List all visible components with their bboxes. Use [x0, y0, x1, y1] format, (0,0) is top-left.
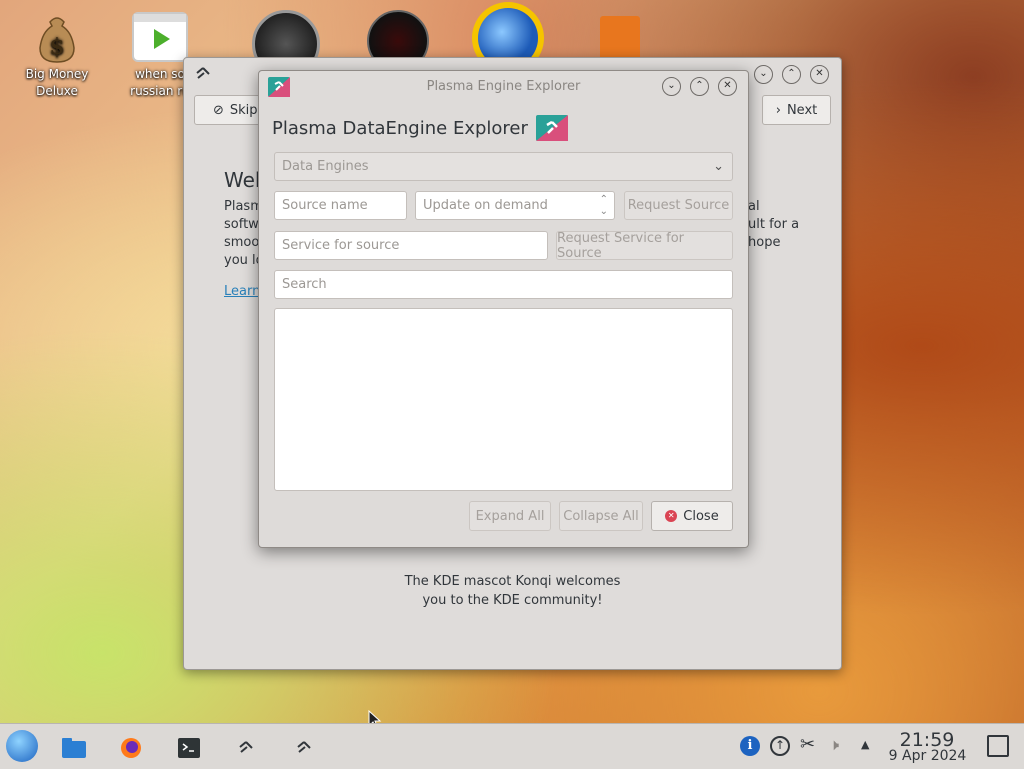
tray-expand-icon[interactable]: ▲ — [861, 738, 869, 751]
request-source-button[interactable]: Request Source — [624, 191, 733, 220]
data-engines-select[interactable]: Data Engines ⌄ — [274, 152, 733, 181]
chevron-down-icon: ⌄ — [713, 159, 724, 174]
engine-explorer-dialog: Plasma Engine Explorer ⌄ ⌃ ✕ Plasma Data… — [258, 70, 749, 548]
update-interval-spinbox[interactable]: Update on demand ⌃ ⌄ — [415, 191, 615, 220]
firefox-icon[interactable] — [117, 734, 145, 762]
video-player-icon — [132, 12, 188, 62]
money-bag-icon: $ — [32, 12, 82, 63]
search-input[interactable]: Search — [274, 270, 733, 299]
info-icon[interactable]: i — [740, 736, 760, 756]
source-name-input[interactable]: Source name — [274, 191, 407, 220]
request-service-button[interactable]: Request Service for Source — [556, 231, 733, 261]
close-icon: ✕ — [665, 510, 678, 522]
volume-icon[interactable]: 🕨 — [829, 735, 839, 755]
skip-icon: ⊘ — [213, 102, 224, 118]
close-button[interactable]: ✕ Close — [651, 501, 733, 531]
dialog-maximize-button[interactable]: ⌃ — [690, 77, 709, 96]
desktop-icon-label: Big Money Deluxe — [25, 67, 89, 98]
engine-explorer-task-icon[interactable] — [291, 734, 319, 762]
expand-all-button[interactable]: Expand All — [469, 501, 551, 531]
mascot-caption: The KDE mascot Konqi welcomes you to the… — [404, 574, 621, 608]
start-menu-button[interactable] — [6, 730, 38, 762]
desktop-icon-big-money[interactable]: $ Big Money Deluxe — [17, 12, 97, 100]
dialog-close-button[interactable]: ✕ — [718, 77, 737, 96]
scissors-icon[interactable]: ✂ — [800, 734, 815, 755]
office-icon[interactable] — [600, 16, 640, 62]
welcome-center-task-icon[interactable] — [233, 734, 261, 762]
minimize-button[interactable]: ⌄ — [754, 65, 773, 84]
terminal-icon[interactable] — [175, 734, 203, 762]
welcome-paragraph-right: al ult for a hope — [748, 199, 800, 250]
collapse-all-button[interactable]: Collapse All — [559, 501, 643, 531]
data-tree-view[interactable] — [274, 308, 733, 491]
updates-icon[interactable]: ↑ — [770, 736, 790, 756]
kde-app-icon — [196, 67, 210, 79]
maximize-button[interactable]: ⌃ — [782, 65, 801, 84]
dialog-heading: Plasma DataEngine Explorer — [272, 115, 568, 141]
service-for-source-input[interactable]: Service for source — [274, 231, 548, 260]
learn-more-link[interactable]: Learn — [224, 284, 260, 299]
spin-arrows-icon[interactable]: ⌃ ⌄ — [600, 192, 608, 218]
svg-text:$: $ — [49, 34, 64, 60]
show-desktop-button[interactable] — [987, 735, 1009, 757]
close-window-button[interactable]: ✕ — [810, 65, 829, 84]
skip-button[interactable]: ⊘ Skip — [194, 95, 264, 125]
taskbar — [0, 723, 1024, 769]
plasma-logo-icon — [535, 115, 568, 141]
clock-date[interactable]: 9 Apr 2024 — [880, 748, 975, 764]
file-manager-icon[interactable] — [60, 734, 88, 762]
next-button[interactable]: › Next — [762, 95, 831, 125]
chevron-right-icon: › — [775, 102, 781, 118]
dialog-minimize-button[interactable]: ⌄ — [662, 77, 681, 96]
